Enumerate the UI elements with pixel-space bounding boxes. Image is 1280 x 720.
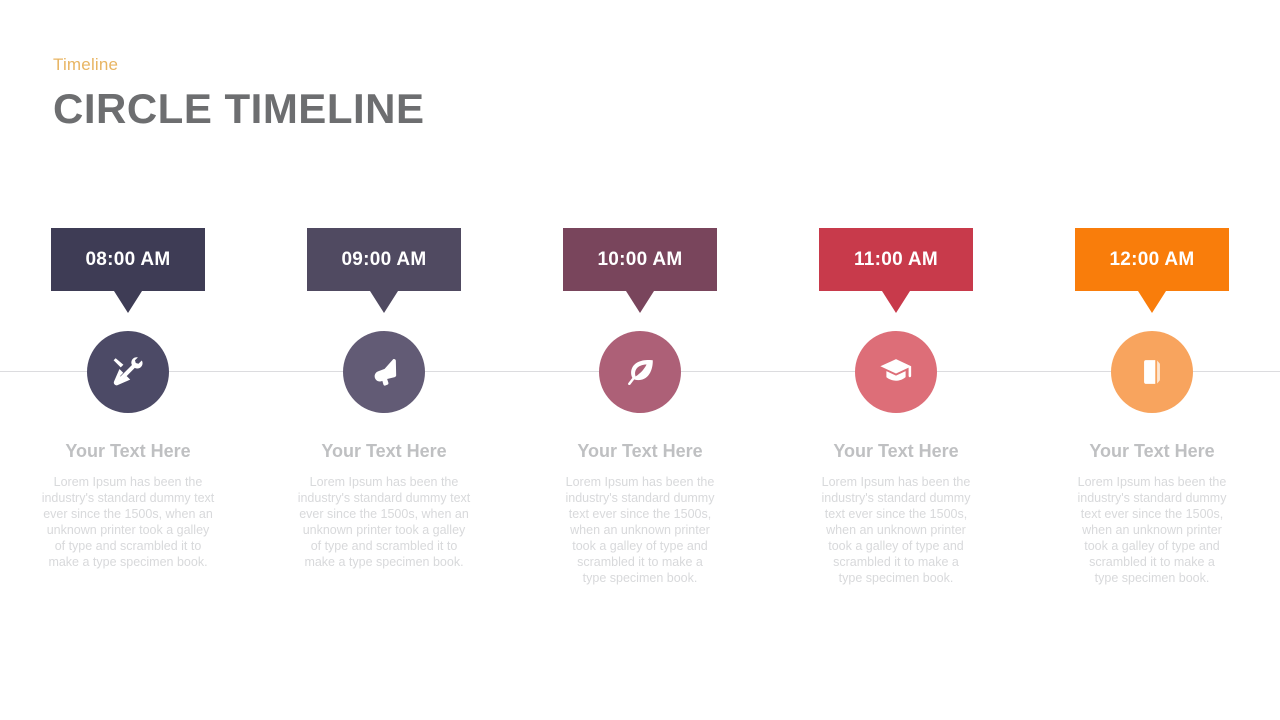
- banner-pointer-icon: [626, 291, 654, 313]
- timeline-node[interactable]: [599, 331, 681, 413]
- timeline-item[interactable]: 09:00 AM Your Text Here Lorem Ipsum has …: [256, 228, 512, 570]
- time-label: 08:00 AM: [85, 248, 171, 270]
- megaphone-icon: [366, 354, 402, 390]
- item-body: Lorem Ipsum has been the industry's stan…: [565, 474, 715, 585]
- time-banner-wrap: 11:00 AM: [819, 228, 973, 313]
- slide-canvas: Timeline CIRCLE TIMELINE 08:00 AM Your T…: [0, 0, 1280, 720]
- timeline-node[interactable]: [855, 331, 937, 413]
- book-icon: [1135, 355, 1169, 389]
- time-banner-wrap: 09:00 AM: [307, 228, 461, 313]
- timeline-node[interactable]: [87, 331, 169, 413]
- time-banner[interactable]: 08:00 AM: [51, 228, 205, 291]
- time-label: 11:00 AM: [853, 248, 939, 270]
- item-heading: Your Text Here: [577, 441, 703, 461]
- timeline-node[interactable]: [343, 331, 425, 413]
- time-banner[interactable]: 12:00 AM: [1075, 228, 1229, 291]
- item-heading: Your Text Here: [1089, 441, 1215, 461]
- banner-pointer-icon: [370, 291, 398, 313]
- item-body: Lorem Ipsum has been the industry's stan…: [41, 474, 215, 569]
- item-body: Lorem Ipsum has been the industry's stan…: [821, 474, 971, 585]
- time-banner-wrap: 10:00 AM: [563, 228, 717, 313]
- tools-icon: [109, 353, 147, 391]
- time-banner-wrap: 12:00 AM: [1075, 228, 1229, 313]
- time-banner-wrap: 08:00 AM: [51, 228, 205, 313]
- timeline-item[interactable]: 08:00 AM Your Text Here Lorem Ipsum has …: [0, 228, 256, 570]
- timeline-items: 08:00 AM Your Text Here Lorem Ipsum has …: [0, 228, 1280, 586]
- kicker-label: Timeline: [53, 55, 119, 74]
- timeline-item[interactable]: 12:00 AM Your Text Here Lorem Ipsum has …: [1024, 228, 1280, 586]
- item-body: Lorem Ipsum has been the industry's stan…: [1077, 474, 1227, 585]
- item-heading: Your Text Here: [321, 441, 447, 461]
- timeline-item[interactable]: 10:00 AM Your Text Here Lorem Ipsum has …: [512, 228, 768, 586]
- slide-header: Timeline CIRCLE TIMELINE: [53, 55, 425, 136]
- timeline-node[interactable]: [1111, 331, 1193, 413]
- item-heading: Your Text Here: [65, 441, 191, 461]
- time-label: 09:00 AM: [341, 248, 427, 270]
- leaf-icon: [622, 354, 658, 390]
- time-banner[interactable]: 09:00 AM: [307, 228, 461, 291]
- time-banner[interactable]: 10:00 AM: [563, 228, 717, 291]
- page-title: CIRCLE TIMELINE: [53, 85, 425, 133]
- banner-pointer-icon: [1138, 291, 1166, 313]
- item-heading: Your Text Here: [833, 441, 959, 461]
- timeline-item[interactable]: 11:00 AM Your Text Here Lorem Ipsum has …: [768, 228, 1024, 586]
- time-label: 10:00 AM: [597, 248, 683, 270]
- item-body: Lorem Ipsum has been the industry's stan…: [297, 474, 471, 569]
- graduation-cap-icon: [878, 354, 914, 390]
- time-label: 12:00 AM: [1109, 248, 1195, 270]
- banner-pointer-icon: [114, 291, 142, 313]
- banner-pointer-icon: [882, 291, 910, 313]
- time-banner[interactable]: 11:00 AM: [819, 228, 973, 291]
